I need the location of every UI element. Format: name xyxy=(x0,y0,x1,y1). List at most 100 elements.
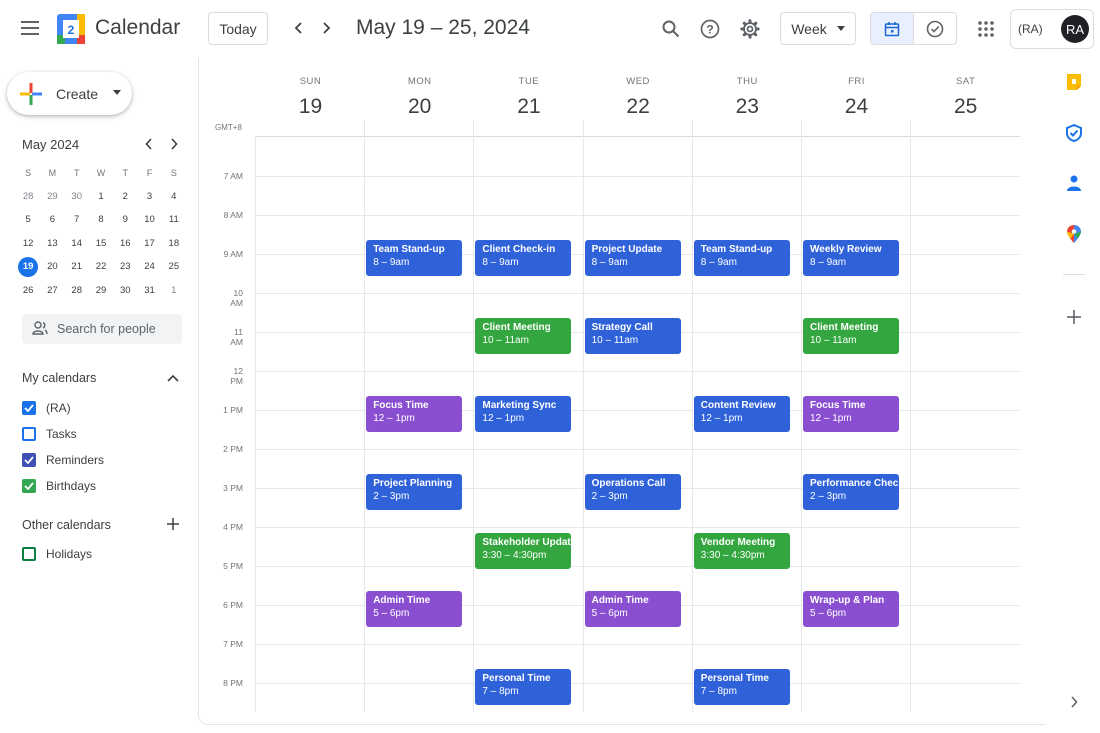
calendar-event[interactable]: Personal Time 7 – 8pm xyxy=(693,669,790,705)
mini-calendar-day[interactable]: 29 xyxy=(89,279,113,303)
day-number[interactable]: 24 xyxy=(802,95,911,119)
calendar-event[interactable]: Strategy Call 10 – 11am xyxy=(584,318,681,354)
other-calendars-heading[interactable]: Other calendars xyxy=(22,518,111,532)
my-calendars-heading[interactable]: My calendars xyxy=(22,371,96,385)
mini-calendar-day[interactable]: 31 xyxy=(137,279,161,303)
mini-calendar-day[interactable]: 15 xyxy=(89,232,113,256)
help-button[interactable]: ? xyxy=(693,12,727,46)
calendar-view-toggle[interactable] xyxy=(871,13,914,44)
mini-calendar-day[interactable]: 1 xyxy=(162,279,186,303)
settings-button[interactable] xyxy=(733,12,767,46)
calendar-event[interactable]: Client Meeting 10 – 11am xyxy=(475,318,572,354)
calendar-event[interactable]: Performance Check 2 – 3pm xyxy=(803,474,899,510)
mini-calendar-day[interactable]: 7 xyxy=(65,208,89,232)
calendar-event[interactable]: Stakeholder Update 3:30 – 4:30pm xyxy=(475,532,572,569)
mini-calendar-day[interactable]: 30 xyxy=(65,185,89,209)
view-selector[interactable]: Week xyxy=(780,12,856,45)
calendar-checkbox[interactable] xyxy=(22,427,36,441)
main-menu-button[interactable] xyxy=(12,10,48,46)
mini-calendar-previous-month[interactable] xyxy=(142,136,156,152)
calendar-checkbox[interactable] xyxy=(22,479,36,493)
mini-calendar-day[interactable]: 1 xyxy=(89,185,113,209)
mini-calendar-day[interactable]: 14 xyxy=(65,232,89,256)
mini-calendar-day[interactable]: 30 xyxy=(113,279,137,303)
calendar-event[interactable]: Weekly Review 8 – 9am xyxy=(803,240,899,276)
day-number[interactable]: 23 xyxy=(693,95,802,119)
calendar-item-tasks[interactable]: Tasks xyxy=(22,424,77,444)
maps-button[interactable] xyxy=(1062,222,1086,246)
mini-calendar-day[interactable]: 19 xyxy=(16,255,40,279)
mini-calendar-day[interactable]: 22 xyxy=(89,255,113,279)
mini-calendar-day[interactable]: 29 xyxy=(40,185,64,209)
previous-week-button[interactable] xyxy=(286,14,312,42)
calendar-event[interactable]: Content Review 12 – 1pm xyxy=(693,396,790,432)
calendar-event[interactable]: Team Stand-up 8 – 9am xyxy=(366,240,463,276)
mini-calendar-day[interactable]: 10 xyxy=(137,208,161,232)
create-button[interactable]: Create xyxy=(7,72,132,115)
calendar-event[interactable]: Admin Time 5 – 6pm xyxy=(584,591,681,627)
account-switcher[interactable]: (RA) RA xyxy=(1010,9,1094,49)
mini-calendar-day[interactable]: 4 xyxy=(162,185,186,209)
mini-calendar-day[interactable]: 23 xyxy=(113,255,137,279)
calendar-event[interactable]: Project Planning 2 – 3pm xyxy=(366,474,463,510)
people-search-field[interactable]: Search for people xyxy=(22,314,182,344)
calendar-checkbox[interactable] xyxy=(22,547,36,561)
avatar[interactable]: RA xyxy=(1061,15,1089,43)
day-number[interactable]: 21 xyxy=(474,95,583,119)
mini-calendar-day[interactable]: 24 xyxy=(137,255,161,279)
mini-calendar-day[interactable]: 8 xyxy=(89,208,113,232)
next-week-button[interactable] xyxy=(313,14,339,42)
calendar-item-ra[interactable]: (RA) xyxy=(22,398,71,418)
mini-calendar-day[interactable]: 27 xyxy=(40,279,64,303)
mini-calendar-day[interactable]: 16 xyxy=(113,232,137,256)
mini-calendar-day[interactable]: 26 xyxy=(16,279,40,303)
calendar-event[interactable]: Operations Call 2 – 3pm xyxy=(584,474,681,510)
contacts-button[interactable] xyxy=(1062,171,1086,195)
calendar-event[interactable]: Focus Time 12 – 1pm xyxy=(366,396,463,432)
day-number[interactable]: 25 xyxy=(911,95,1020,119)
mini-calendar-day[interactable]: 2 xyxy=(113,185,137,209)
day-number[interactable]: 22 xyxy=(584,95,693,119)
mini-calendar-day[interactable]: 3 xyxy=(137,185,161,209)
mini-calendar-next-month[interactable] xyxy=(167,136,181,152)
keep-button[interactable] xyxy=(1062,70,1086,94)
calendar-event[interactable]: Vendor Meeting 3:30 – 4:30pm xyxy=(693,532,790,569)
mini-calendar-day[interactable]: 20 xyxy=(40,255,64,279)
calendar-event[interactable]: Client Meeting 10 – 11am xyxy=(803,318,899,354)
calendar-event[interactable]: Marketing Sync 12 – 1pm xyxy=(475,396,572,432)
calendar-event[interactable]: Admin Time 5 – 6pm xyxy=(366,591,463,627)
mini-calendar-day[interactable]: 28 xyxy=(65,279,89,303)
day-number[interactable]: 19 xyxy=(256,95,365,119)
calendar-checkbox[interactable] xyxy=(22,401,36,415)
calendar-event[interactable]: Client Check-in 8 – 9am xyxy=(475,240,572,276)
mini-calendar-day[interactable]: 11 xyxy=(162,208,186,232)
tasks-view-toggle[interactable] xyxy=(914,13,957,44)
mini-calendar-day[interactable]: 25 xyxy=(162,255,186,279)
get-add-ons-button[interactable] xyxy=(1062,305,1086,329)
calendar-checkbox[interactable] xyxy=(22,453,36,467)
calendar-event[interactable]: Project Update 8 – 9am xyxy=(584,240,681,276)
calendar-event[interactable]: Wrap-up & Plan 5 – 6pm xyxy=(803,591,899,627)
mini-calendar-day[interactable]: 13 xyxy=(40,232,64,256)
mini-calendar-day[interactable]: 9 xyxy=(113,208,137,232)
expand-side-panel-button[interactable] xyxy=(1062,690,1086,714)
mini-calendar-day[interactable]: 5 xyxy=(16,208,40,232)
mini-calendar-day[interactable]: 17 xyxy=(137,232,161,256)
calendar-event[interactable]: Team Stand-up 8 – 9am xyxy=(693,240,790,276)
collapse-my-calendars-button[interactable] xyxy=(164,369,182,387)
calendar-item-reminders[interactable]: Reminders xyxy=(22,450,104,470)
today-button[interactable]: Today xyxy=(208,12,268,45)
search-button[interactable] xyxy=(654,12,688,46)
calendar-logo[interactable]: 2 xyxy=(57,14,85,44)
mini-calendar-day[interactable]: 12 xyxy=(16,232,40,256)
add-other-calendar-button[interactable] xyxy=(164,515,182,533)
mini-calendar-day[interactable]: 18 xyxy=(162,232,186,256)
google-apps-button[interactable] xyxy=(969,12,1003,46)
calendar-event[interactable]: Focus Time 12 – 1pm xyxy=(803,396,899,432)
mini-calendar-day[interactable]: 28 xyxy=(16,185,40,209)
calendar-item-holidays[interactable]: Holidays xyxy=(22,544,92,564)
mini-calendar-day[interactable]: 21 xyxy=(65,255,89,279)
day-number[interactable]: 20 xyxy=(365,95,474,119)
calendar-event[interactable]: Personal Time 7 – 8pm xyxy=(475,669,572,705)
calendar-item-birthdays[interactable]: Birthdays xyxy=(22,476,96,496)
